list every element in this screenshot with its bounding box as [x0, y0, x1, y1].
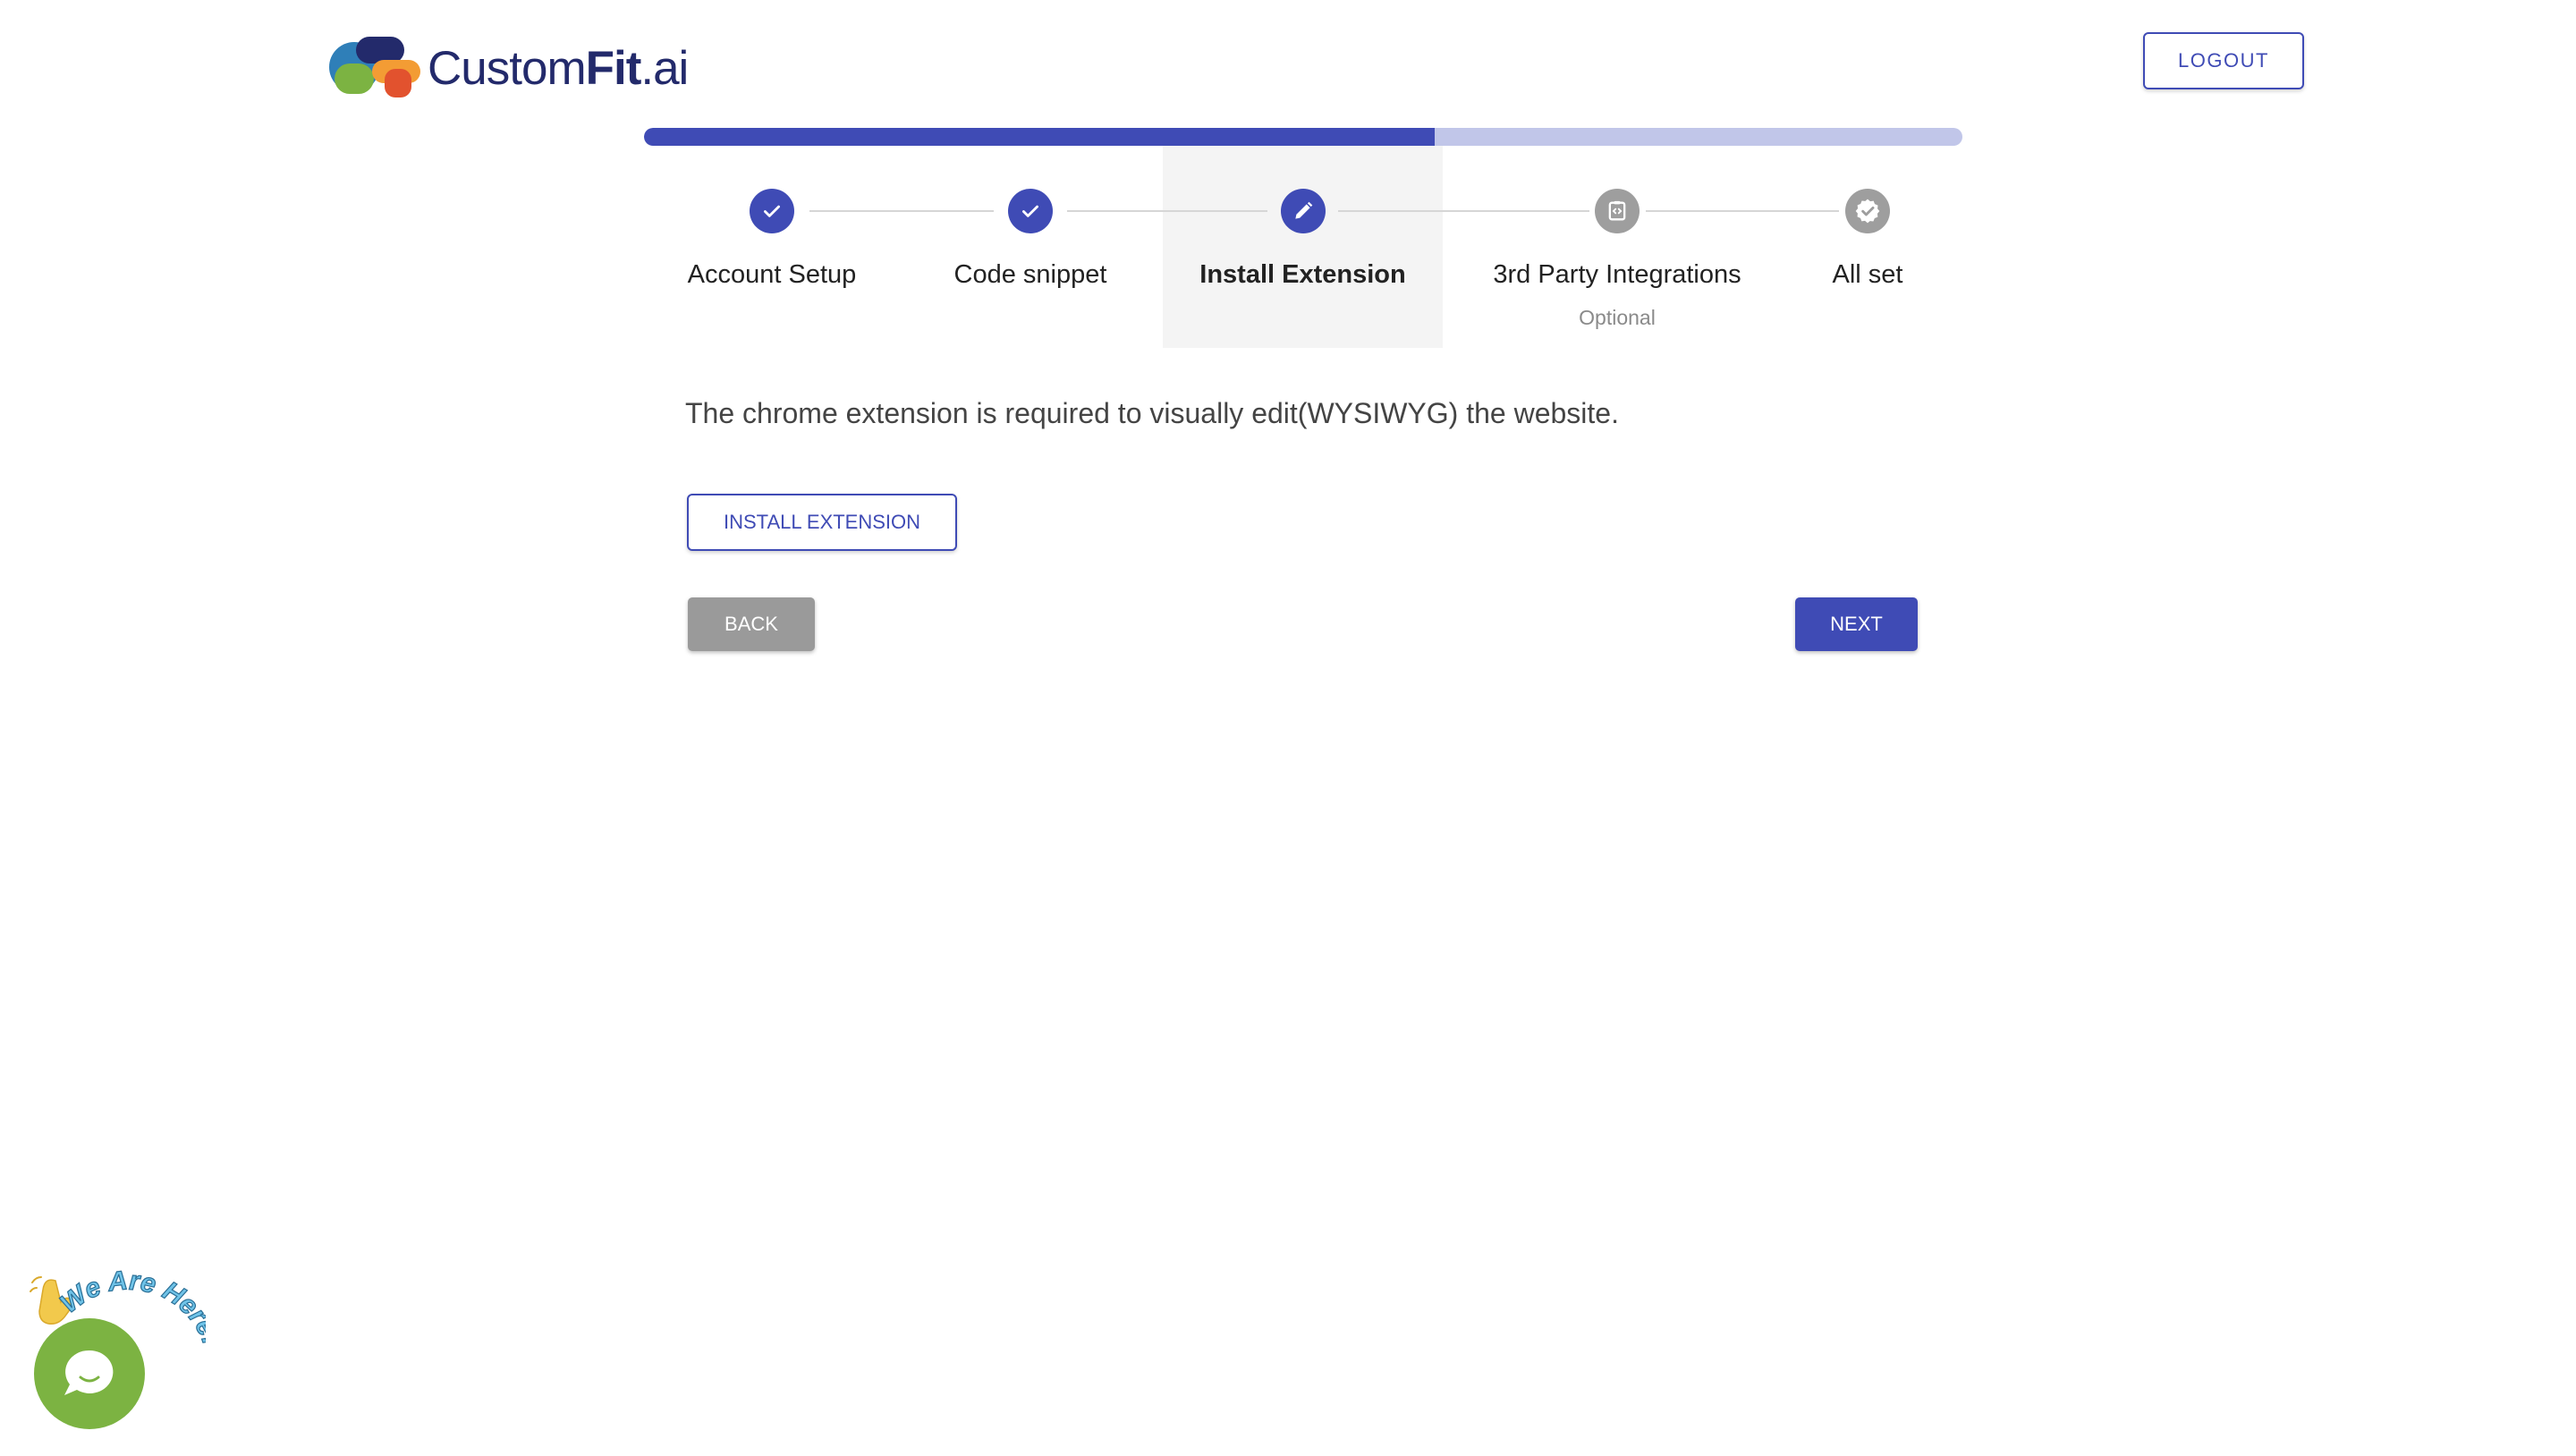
- pencil-icon: [1280, 189, 1326, 233]
- logout-button[interactable]: LOGOUT: [2143, 32, 2304, 89]
- step-connector: [1646, 210, 1839, 212]
- chat-widget[interactable]: We Are Here!: [27, 1263, 206, 1442]
- back-button[interactable]: BACK: [688, 597, 815, 651]
- code-icon: [1595, 189, 1640, 233]
- step-connector: [1067, 210, 1267, 212]
- customfit-logo-mark-icon: [329, 37, 420, 97]
- step-connector: [1338, 210, 1589, 212]
- step-3rd-party-integrations[interactable]: 3rd Party Integrations Optional: [1483, 146, 1751, 348]
- step-code-snippet[interactable]: Code snippet: [941, 146, 1120, 348]
- wordmark-fit: Fit: [585, 41, 642, 95]
- customfit-logo[interactable]: CustomFit.ai: [329, 36, 689, 100]
- step-label: All set: [1832, 260, 1903, 289]
- customfit-wordmark: CustomFit.ai: [428, 41, 689, 95]
- wordmark-custom: Custom: [428, 41, 587, 95]
- progress-bar-fill: [644, 128, 1436, 146]
- check-icon: [750, 189, 794, 233]
- install-extension-button[interactable]: INSTALL EXTENSION: [687, 494, 957, 551]
- wordmark-ai: .ai: [640, 41, 689, 95]
- step-optional-label: Optional: [1579, 306, 1656, 329]
- step-label: Code snippet: [953, 260, 1107, 289]
- check-icon: [1008, 189, 1053, 233]
- onboarding-stepper: Account Setup Code snippet Install Exten…: [644, 146, 1962, 348]
- step-install-extension[interactable]: Install Extension: [1163, 146, 1443, 348]
- step-all-set[interactable]: All set: [1814, 146, 1921, 348]
- progress-bar: [644, 128, 1962, 146]
- step-connector: [809, 210, 994, 212]
- next-button[interactable]: NEXT: [1795, 597, 1918, 651]
- step-account-setup[interactable]: Account Setup: [682, 146, 861, 348]
- step-label: Account Setup: [687, 260, 857, 289]
- verified-badge-icon: [1845, 189, 1890, 233]
- step-label: Install Extension: [1199, 260, 1406, 289]
- extension-description: The chrome extension is required to visu…: [685, 397, 1619, 429]
- step-label: 3rd Party Integrations: [1493, 260, 1741, 289]
